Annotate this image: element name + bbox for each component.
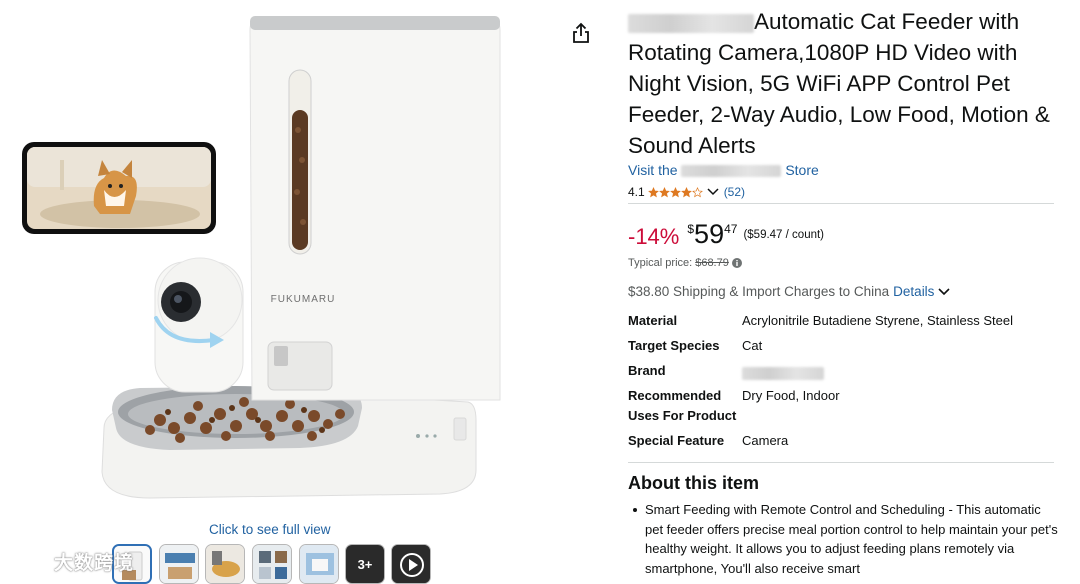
watermark-text: 大数跨境: [54, 552, 135, 574]
star-icon: [680, 186, 692, 197]
shipping-info: $38.80 Shipping & Import Charges to Chin…: [628, 284, 951, 299]
spec-value: Acrylonitrile Butadiene Styrene, Stainle…: [742, 313, 1013, 328]
watermark-logo-icon: [10, 553, 48, 568]
spec-value: Camera: [742, 433, 789, 448]
thumbnail-image[interactable]: [205, 544, 245, 584]
spec-label: Material: [628, 313, 678, 328]
spec-value: [742, 361, 824, 381]
star-icon: [658, 186, 670, 197]
product-main-image[interactable]: FUKUMARU: [0, 0, 600, 520]
redacted-store-name: [681, 165, 782, 178]
divider: [628, 203, 1054, 204]
spec-value: Dry Food, Indoor: [742, 388, 840, 403]
star-rating[interactable]: [647, 186, 703, 198]
price-currency: $: [687, 222, 695, 236]
more-thumbnails-label: 3+: [357, 557, 373, 572]
thumbnail-video[interactable]: [391, 544, 431, 584]
shipping-details-link[interactable]: Details: [893, 284, 934, 299]
info-icon[interactable]: [731, 258, 742, 268]
image-gallery: FUKUMARU Click to see full view 3+ 大数跨境: [0, 0, 600, 584]
about-this-item-heading: About this item: [628, 473, 759, 493]
play-icon: [392, 545, 430, 583]
click-to-full-view-link[interactable]: Click to see full view: [209, 522, 331, 537]
rating-value: 4.1: [628, 185, 645, 199]
price: $ 59 47: [687, 218, 737, 251]
price-whole: 59: [694, 219, 725, 249]
typical-price: Typical price: $68.79: [628, 257, 742, 269]
spec-label: Target Species: [628, 338, 720, 353]
product-title-block: Automatic Cat Feeder with Rotating Camer…: [628, 6, 1068, 161]
rating-count-link[interactable]: (52): [724, 185, 745, 199]
shipping-text: $38.80 Shipping & Import Charges to Chin…: [628, 284, 890, 299]
thumbnail-image[interactable]: [299, 544, 339, 584]
spec-label: Brand: [628, 363, 666, 378]
redacted-brand-value: [742, 366, 824, 380]
product-title: Automatic Cat Feeder with Rotating Camer…: [628, 6, 1068, 161]
price-row: -14% $ 59 47 ($59.47 / count): [628, 218, 824, 251]
typical-price-value: $68.79: [695, 257, 729, 269]
divider: [628, 462, 1054, 463]
svg-text:FUKUMARU: FUKUMARU: [271, 294, 336, 305]
feature-bullet: Smart Feeding with Remote Control and Sc…: [628, 500, 1058, 578]
unit-price: ($59.47 / count): [743, 229, 825, 241]
star-icon: [691, 186, 703, 197]
visit-store-link[interactable]: Visit the Store: [628, 162, 819, 178]
star-icon: [669, 186, 681, 197]
spec-value: Cat: [742, 338, 763, 353]
chevron-down-icon[interactable]: [938, 287, 951, 296]
price-fraction: 47: [724, 222, 738, 236]
store-link-prefix: Visit the: [628, 162, 678, 178]
thumbnail-image[interactable]: [159, 544, 199, 584]
spec-label: Recommended Uses For Product: [628, 388, 737, 423]
discount-percent: -14%: [628, 224, 680, 249]
star-icon: [647, 186, 659, 197]
store-link-suffix: Store: [785, 162, 819, 178]
thumbnail-image[interactable]: [252, 544, 292, 584]
feature-bullets: Smart Feeding with Remote Control and Sc…: [628, 500, 1058, 578]
share-icon[interactable]: [568, 20, 594, 46]
typical-price-label: Typical price:: [628, 257, 693, 269]
thumbnail-more[interactable]: 3+: [345, 544, 385, 584]
spec-label: Special Feature: [628, 433, 725, 448]
redacted-brand: [628, 13, 754, 33]
rating-row: 4.1 (52): [628, 185, 745, 199]
chevron-down-icon[interactable]: [707, 188, 719, 196]
watermark: 大数跨境: [8, 548, 134, 575]
